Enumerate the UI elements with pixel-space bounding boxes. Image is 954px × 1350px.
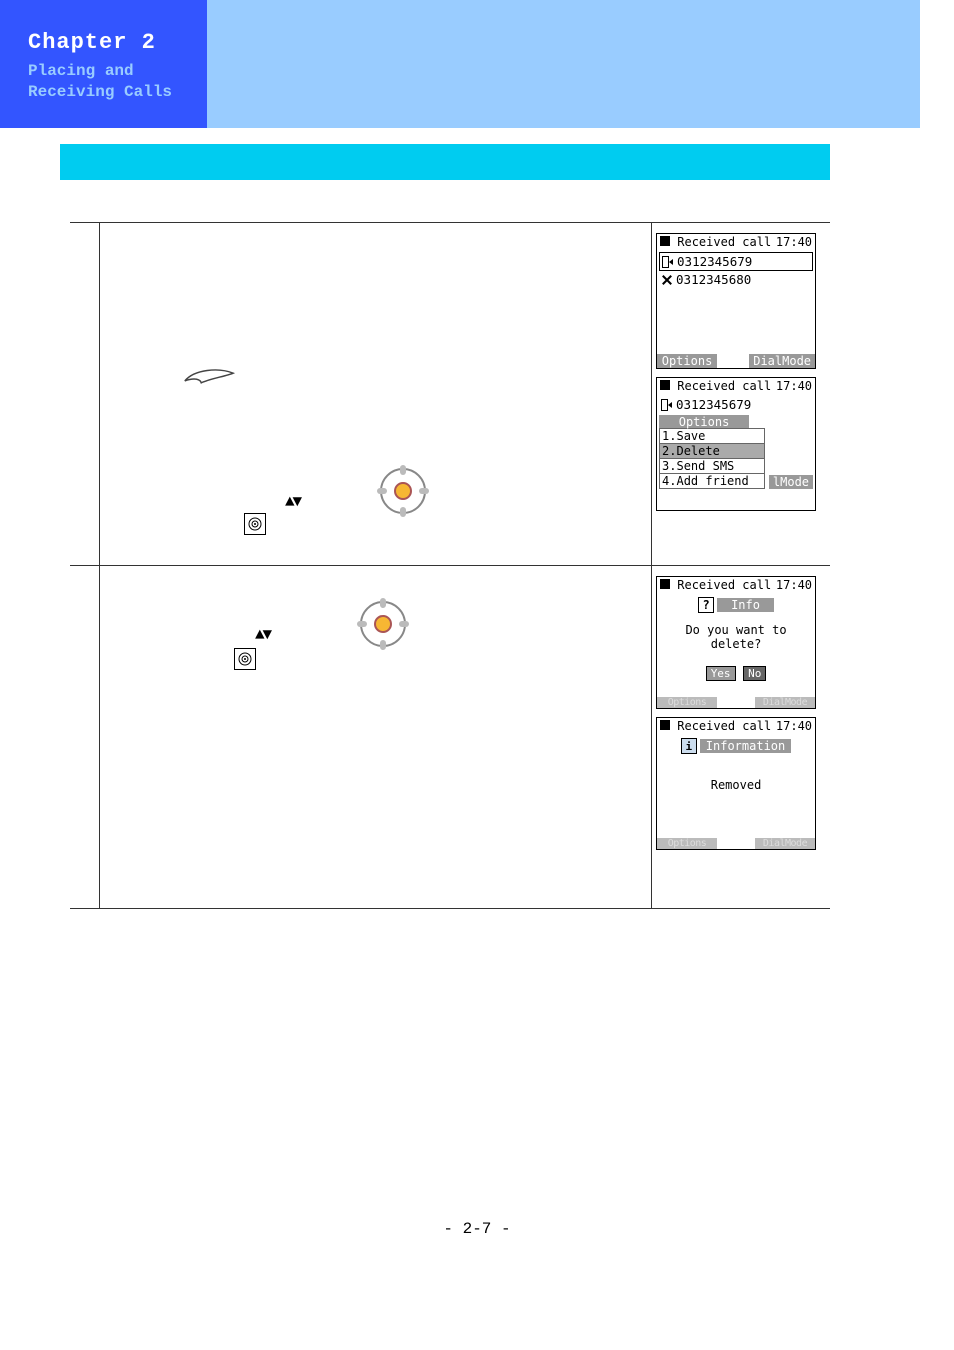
- battery-icon: [660, 380, 670, 390]
- screen-title: Received call: [677, 578, 771, 592]
- screen-time: 17:40: [776, 578, 812, 592]
- info-badge: Info: [717, 598, 774, 612]
- page-number: - 2-7 -: [0, 1220, 954, 1238]
- instruction-cell-1: ▲▼: [99, 223, 651, 566]
- removed-message: Removed: [659, 756, 813, 800]
- softkey-right-dim: DialMode: [755, 838, 815, 849]
- menu-item-selected: 2.Delete: [659, 443, 765, 459]
- nav-key-icon: [355, 596, 411, 652]
- phone-screen-received-list: Received call 17:40 0312345679 031234568…: [656, 233, 816, 369]
- cursor-icon: [180, 363, 238, 393]
- screens-cell-2: Received call 17:40 ? Info Do you want t…: [652, 566, 830, 909]
- battery-icon: [660, 236, 670, 246]
- screens-cell-1: Received call 17:40 0312345679 031234568…: [652, 223, 830, 566]
- nav-key-icon: [375, 463, 431, 519]
- phone-number: 0312345679: [676, 397, 751, 412]
- instruction-table: ▲▼ Received call 17:40 0312345679: [70, 222, 830, 909]
- up-down-arrows-icon: ▲▼: [255, 626, 270, 644]
- incoming-call-icon: [662, 256, 674, 268]
- phone-number: 0312345679: [677, 254, 752, 269]
- chapter-subtitle: Placing and Receiving Calls: [28, 61, 207, 103]
- yes-button: Yes: [706, 666, 736, 681]
- list-item: 0312345679: [659, 396, 813, 413]
- question-icon: ?: [698, 597, 714, 613]
- screen-time: 17:40: [776, 719, 812, 733]
- screen-title: Received call: [677, 235, 771, 249]
- softkey-left-dim: Options: [657, 838, 717, 849]
- ok-button-icon: [234, 648, 256, 670]
- list-item: 0312345680: [659, 271, 813, 288]
- screen-time: 17:40: [776, 379, 812, 393]
- battery-icon: [660, 579, 670, 589]
- info-icon: i: [681, 738, 697, 754]
- battery-icon: [660, 720, 670, 730]
- yes-no-row: Yes No: [659, 665, 813, 681]
- phone-screen-removed: Received call 17:40 i Information Remove…: [656, 717, 816, 850]
- softkey-left: Options: [657, 354, 717, 368]
- instruction-cell-2: ▲▼: [99, 566, 651, 909]
- no-button: No: [743, 666, 766, 681]
- section-bar: [60, 144, 830, 180]
- incoming-call-icon: [661, 399, 673, 411]
- menu-item: 1.Save: [659, 428, 765, 444]
- phone-number: 0312345680: [676, 272, 751, 287]
- options-menu-header: Options: [659, 415, 749, 429]
- step-number-cell: [70, 566, 99, 909]
- confirm-message: Do you want to delete?: [659, 615, 813, 659]
- chapter-box: Chapter 2 Placing and Receiving Calls: [0, 0, 207, 128]
- softkey-left-dim: Options: [657, 697, 717, 708]
- step-number-cell: [70, 223, 99, 566]
- screen-title: Received call: [677, 719, 771, 733]
- screen-title: Received call: [677, 379, 771, 393]
- menu-item: 3.Send SMS: [659, 458, 765, 474]
- ok-button-icon: [244, 513, 266, 535]
- phone-screen-confirm-delete: Received call 17:40 ? Info Do you want t…: [656, 576, 816, 709]
- info-badge: Information: [700, 739, 791, 753]
- list-item: 0312345679: [659, 252, 813, 271]
- screen-time: 17:40: [776, 235, 812, 249]
- phone-screen-options-menu: Received call 17:40 0312345679 Options 1…: [656, 377, 816, 511]
- chapter-title: Chapter 2: [28, 30, 207, 55]
- softkey-right-peek: lMode: [769, 475, 813, 489]
- missed-call-icon: [661, 274, 673, 286]
- softkey-right: DialMode: [749, 354, 815, 368]
- softkey-right-dim: DialMode: [755, 697, 815, 708]
- up-down-arrows-icon: ▲▼: [285, 493, 300, 511]
- menu-item: 4.Add friend: [659, 473, 765, 489]
